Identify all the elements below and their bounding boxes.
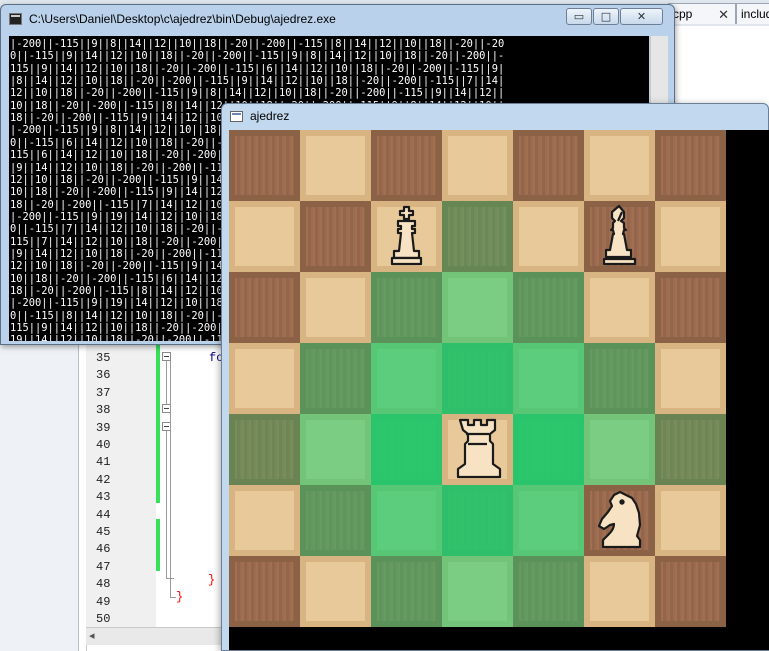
move-highlight[interactable] xyxy=(655,414,726,485)
console-title: C:\Users\Daniel\Desktop\c\ajedrez\bin\De… xyxy=(29,12,336,26)
move-highlight[interactable] xyxy=(442,556,513,627)
code-brace: } xyxy=(176,590,184,604)
move-highlight[interactable] xyxy=(371,556,442,627)
line-number: 43 xyxy=(96,490,111,505)
move-highlight[interactable] xyxy=(442,201,513,272)
move-highlight[interactable] xyxy=(442,343,513,414)
white-bishop-piece[interactable] xyxy=(584,201,655,272)
board-square[interactable] xyxy=(513,201,584,272)
line-number: 49 xyxy=(96,594,111,609)
fold-guide xyxy=(166,361,167,404)
editor-tab-include[interactable]: include xyxy=(736,3,769,24)
move-highlight[interactable] xyxy=(371,272,442,343)
chess-window-title: ajedrez xyxy=(250,109,290,123)
line-number: 50 xyxy=(96,612,111,626)
white-king-piece[interactable] xyxy=(371,201,442,272)
board-square[interactable] xyxy=(655,130,726,201)
maximize-button[interactable]: □ xyxy=(593,8,619,25)
console-app-icon xyxy=(9,13,22,25)
board-square[interactable] xyxy=(442,130,513,201)
line-number: 36 xyxy=(96,368,111,383)
close-button[interactable]: ✕ xyxy=(620,8,663,25)
board-square[interactable] xyxy=(300,130,371,201)
chess-board[interactable] xyxy=(229,130,769,650)
chess-window[interactable]: ajedrez xyxy=(221,103,769,651)
board-square[interactable] xyxy=(584,272,655,343)
move-highlight[interactable] xyxy=(584,414,655,485)
move-highlight[interactable] xyxy=(513,343,584,414)
board-square[interactable] xyxy=(229,485,300,556)
move-highlight[interactable] xyxy=(371,485,442,556)
move-highlight[interactable] xyxy=(513,272,584,343)
fold-guide xyxy=(170,361,171,597)
line-number: 35 xyxy=(96,351,111,365)
line-number: 38 xyxy=(96,403,111,418)
move-highlight[interactable] xyxy=(442,485,513,556)
line-number: 41 xyxy=(96,455,111,470)
code-brace: } xyxy=(208,573,216,587)
board-square[interactable] xyxy=(655,272,726,343)
line-number: 42 xyxy=(96,472,111,487)
line-number: 37 xyxy=(96,385,111,400)
scroll-left-icon[interactable]: ◂ xyxy=(89,629,95,642)
move-highlight[interactable] xyxy=(442,272,513,343)
board-square[interactable] xyxy=(655,556,726,627)
move-highlight[interactable] xyxy=(371,343,442,414)
chess-app-icon xyxy=(230,111,243,122)
line-number: 46 xyxy=(96,542,111,557)
board-square[interactable] xyxy=(584,130,655,201)
fold-toggle-icon[interactable] xyxy=(162,352,171,361)
move-highlight[interactable] xyxy=(229,414,300,485)
line-number: 45 xyxy=(96,525,111,539)
line-number: 48 xyxy=(96,577,111,592)
board-square[interactable] xyxy=(655,201,726,272)
console-window-controls: ▭ □ ✕ xyxy=(566,8,666,26)
move-highlight[interactable] xyxy=(300,414,371,485)
console-line: |8||14||12||10||18||-20||-200||-115||9||… xyxy=(10,75,505,88)
board-square[interactable] xyxy=(229,556,300,627)
editor-tab-label: include xyxy=(741,7,769,21)
board-square[interactable] xyxy=(300,272,371,343)
console-line: 115||9||14||12||10||18||-20||-200||-115|… xyxy=(10,62,505,75)
fold-guide xyxy=(166,431,167,579)
board-square[interactable] xyxy=(655,343,726,414)
board-square[interactable] xyxy=(229,272,300,343)
editor-tab-label: cpp xyxy=(673,7,693,21)
console-line: 0||-115||9||14||12||10||18||-20||-200||-… xyxy=(10,50,505,63)
white-rook-piece[interactable] xyxy=(442,414,513,485)
editor-horizontal-scrollbar[interactable]: ◂ xyxy=(86,627,226,645)
move-highlight[interactable] xyxy=(300,343,371,414)
line-number: 40 xyxy=(96,438,111,452)
change-marker xyxy=(156,519,160,571)
line-number: 44 xyxy=(96,507,111,522)
board-square[interactable] xyxy=(655,485,726,556)
board-square[interactable] xyxy=(584,556,655,627)
board-square[interactable] xyxy=(229,130,300,201)
move-highlight[interactable] xyxy=(371,414,442,485)
close-tab-icon[interactable]: ✕ xyxy=(718,4,729,25)
move-highlight[interactable] xyxy=(300,485,371,556)
board-square[interactable] xyxy=(229,343,300,414)
board-square[interactable] xyxy=(229,201,300,272)
console-line: |-200||-115||9||8||14||12||10||18||-20||… xyxy=(10,38,505,50)
line-number: 47 xyxy=(96,559,111,574)
board-square[interactable] xyxy=(371,130,442,201)
board-square[interactable] xyxy=(300,556,371,627)
board-square[interactable] xyxy=(513,130,584,201)
line-number: 39 xyxy=(96,420,111,435)
move-highlight[interactable] xyxy=(513,485,584,556)
move-highlight[interactable] xyxy=(584,343,655,414)
change-marker xyxy=(156,343,160,503)
console-line: 12||10||18||-20||-200||-115||9||8||14||1… xyxy=(10,87,505,100)
minimize-button[interactable]: ▭ xyxy=(566,8,592,25)
white-knight-piece[interactable] xyxy=(584,485,655,556)
editor-tab-cpp[interactable]: cpp ✕ xyxy=(668,3,736,24)
move-highlight[interactable] xyxy=(513,556,584,627)
board-square[interactable] xyxy=(300,201,371,272)
move-highlight[interactable] xyxy=(513,414,584,485)
console-title-bar[interactable]: C:\Users\Daniel\Desktop\c\ajedrez\bin\De… xyxy=(1,5,674,33)
